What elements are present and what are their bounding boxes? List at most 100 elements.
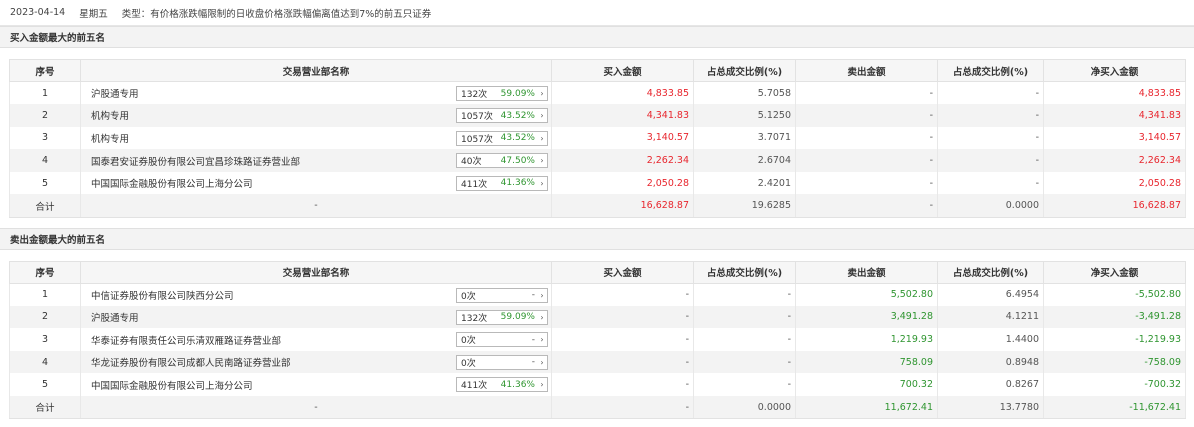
sell-ratio: - [937,81,1044,105]
row-index: 1 [9,283,81,306]
win-rate: - [531,290,535,301]
total-name: - [80,396,552,420]
buy-ratio: 5.7058 [693,81,796,105]
win-rate: 43.52% [500,110,535,121]
branch-name-link[interactable]: 中信证券股份有限公司陕西分公司 [91,291,234,302]
net-amount: 4,341.83 [1043,104,1186,127]
buy-amount: - [551,373,694,397]
appearance-count: 132次 [461,313,488,324]
branch-stats-dropdown[interactable]: 411次 41.36% › [456,377,548,393]
buy-amount: - [551,328,694,351]
appearance-count: 1057次 [461,112,493,123]
col-sell-ratio: 占总成交比例(%) [937,59,1044,82]
branch-cell: 中信证券股份有限公司陕西分公司 0次 - › [80,283,552,306]
total-net-amount: 16,628.87 [1043,194,1186,218]
buy-amount: 4,341.83 [551,104,694,127]
buy-amount: - [551,305,694,329]
branch-stats-dropdown[interactable]: 40次 47.50% › [456,153,548,169]
branch-stats-dropdown[interactable]: 1057次 43.52% › [456,130,548,146]
branch-cell: 中国国际金融股份有限公司上海分公司 411次 41.36% › [80,171,552,195]
branch-cell: 机构专用 1057次 43.52% › [80,104,552,127]
branch-name-link[interactable]: 沪股通专用 [91,89,139,100]
net-amount: -700.32 [1043,373,1186,397]
col-net-amount: 净买入金额 [1043,59,1186,82]
branch-name-link[interactable]: 机构专用 [91,111,129,122]
chevron-right-icon: › [540,178,544,188]
chevron-right-icon: › [540,380,544,390]
net-amount: 4,833.85 [1043,81,1186,105]
sell-amount: 758.09 [795,350,938,374]
total-row: 合计 - -0.0000 11,672.41 13.7780 -11,672.41 [9,396,1186,420]
branch-cell: 华泰证券有限责任公司乐清双雁路证券营业部 0次 - › [80,328,552,351]
appearance-count: 40次 [461,157,482,168]
branch-name-link[interactable]: 机构专用 [91,134,129,145]
branch-stats-dropdown[interactable]: 0次 - › [456,287,548,303]
branch-cell: 华龙证券股份有限公司成都人民南路证券营业部 0次 - › [80,350,552,374]
sell-table-header: 序号 交易营业部名称 买入金额 占总成交比例(%) 卖出金额 占总成交比例(%)… [9,260,1186,284]
buy-ratio: - [693,350,796,374]
net-amount: 3,140.57 [1043,126,1186,150]
col-name: 交易营业部名称 [80,260,552,284]
total-label: 合计 [9,396,81,420]
sell-ratio: 1.4400 [937,328,1044,351]
sell-ratio: 0.8267 [937,373,1044,397]
branch-name-link[interactable]: 中国国际金融股份有限公司上海分公司 [91,179,253,190]
buy-table-header: 序号 交易营业部名称 买入金额 占总成交比例(%) 卖出金额 占总成交比例(%)… [9,59,1186,82]
total-name: - [80,194,552,218]
top-info-bar: 2023-04-14 星期五 类型：有价格涨跌幅限制的日收盘价格涨跌幅偏离值达到… [0,0,1194,26]
total-sell-amount: 11,672.41 [795,396,938,420]
total-buy-amount: 16,628.87 [551,194,694,218]
branch-stats-dropdown[interactable]: 0次 - › [456,332,548,348]
buy-table: 序号 交易营业部名称 买入金额 占总成交比例(%) 卖出金额 占总成交比例(%)… [9,59,1186,218]
net-amount: -3,491.28 [1043,305,1186,329]
row-index: 4 [9,350,81,374]
win-rate: - [531,357,535,368]
row-index: 4 [9,149,81,172]
branch-name-link[interactable]: 沪股通专用 [91,313,139,324]
sell-ratio: - [937,126,1044,150]
branch-stats-dropdown[interactable]: 0次 - › [456,354,548,370]
chevron-right-icon: › [540,312,544,322]
table-row: 3 华泰证券有限责任公司乐清双雁路证券营业部 0次 - › - -1,219.93 1.440… [9,328,1186,351]
col-buy-ratio: 占总成交比例(%) [693,260,796,284]
branch-stats-dropdown[interactable]: 411次 41.36% › [456,175,548,191]
branch-name-link[interactable]: 华龙证券股份有限公司成都人民南路证券营业部 [91,358,291,369]
branch-name-link[interactable]: 华泰证券有限责任公司乐清双雁路证券营业部 [91,336,281,347]
chevron-right-icon: › [540,89,544,98]
branch-name-link[interactable]: 国泰君安证券股份有限公司宜昌珍珠路证券营业部 [91,157,300,168]
branch-stats-dropdown[interactable]: 132次 59.09% › [456,86,548,101]
chevron-right-icon: › [540,335,544,345]
total-buy-ratio: 0.0000 [693,396,796,420]
sell-amount: 5,502.80 [795,283,938,306]
row-index: 3 [9,126,81,150]
buy-amount: - [551,350,694,374]
buy-section-title: 买入金额最大的前五名 [0,26,1194,48]
buy-ratio: 3.7071 [693,126,796,150]
total-buy-amount: - [551,396,694,420]
branch-name-link[interactable]: 中国国际金融股份有限公司上海分公司 [91,381,253,392]
buy-amount: 4,833.85 [551,81,694,105]
buy-amount: - [551,283,694,306]
appearance-count: 0次 [461,291,476,302]
branch-cell: 中国国际金融股份有限公司上海分公司 411次 41.36% › [80,373,552,397]
type-text: 类型：有价格涨跌幅限制的日收盘价格涨跌幅偏离值达到7%的前五只证券 [121,8,432,20]
win-rate: - [531,334,535,345]
branch-cell: 沪股通专用 132次 59.09% › [80,81,552,105]
branch-cell: 国泰君安证券股份有限公司宜昌珍珠路证券营业部 40次 47.50% › [80,149,552,172]
sell-ratio: - [937,104,1044,127]
chevron-right-icon: › [540,133,544,143]
row-index: 3 [9,328,81,351]
sell-ratio: 0.8948 [937,350,1044,374]
buy-ratio: - [693,305,796,329]
buy-ratio: 5.1250 [693,104,796,127]
buy-ratio: - [693,373,796,397]
net-amount: -758.09 [1043,350,1186,374]
branch-stats-dropdown[interactable]: 1057次 43.52% › [456,108,548,124]
col-index: 序号 [9,260,81,284]
col-index: 序号 [9,59,81,82]
branch-stats-dropdown[interactable]: 132次 59.09% › [456,309,548,325]
col-sell-ratio: 占总成交比例(%) [937,260,1044,284]
buy-ratio: - [693,328,796,351]
sell-amount: 1,219.93 [795,328,938,351]
net-amount: 2,050.28 [1043,171,1186,195]
